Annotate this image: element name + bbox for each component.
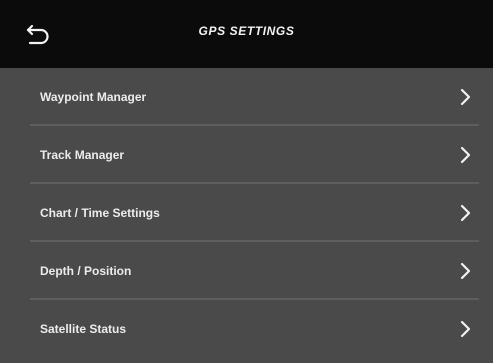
menu-item-label: Track Manager xyxy=(40,148,125,162)
header-bar: GPS SETTINGS xyxy=(0,0,493,68)
menu-item-label: Depth / Position xyxy=(40,264,132,278)
menu-item-depth-position[interactable]: Depth / Position xyxy=(0,242,493,300)
settings-menu: Waypoint Manager Track Manager Chart / T… xyxy=(0,68,493,358)
menu-item-label: Waypoint Manager xyxy=(40,90,147,104)
menu-item-label: Satellite Status xyxy=(40,322,127,336)
chevron-right-icon xyxy=(460,262,471,280)
chevron-right-icon xyxy=(460,204,471,222)
chevron-right-icon xyxy=(460,146,471,164)
menu-item-track-manager[interactable]: Track Manager xyxy=(0,126,493,184)
chevron-right-icon xyxy=(460,320,471,338)
menu-item-satellite-status[interactable]: Satellite Status xyxy=(0,300,493,358)
menu-item-waypoint-manager[interactable]: Waypoint Manager xyxy=(0,68,493,126)
page-title: GPS SETTINGS xyxy=(198,24,295,38)
chevron-right-icon xyxy=(460,88,471,106)
gps-settings-screen: GPS SETTINGS Waypoint Manager Track Mana… xyxy=(0,0,493,363)
menu-item-label: Chart / Time Settings xyxy=(40,206,160,220)
menu-item-chart-time-settings[interactable]: Chart / Time Settings xyxy=(0,184,493,242)
